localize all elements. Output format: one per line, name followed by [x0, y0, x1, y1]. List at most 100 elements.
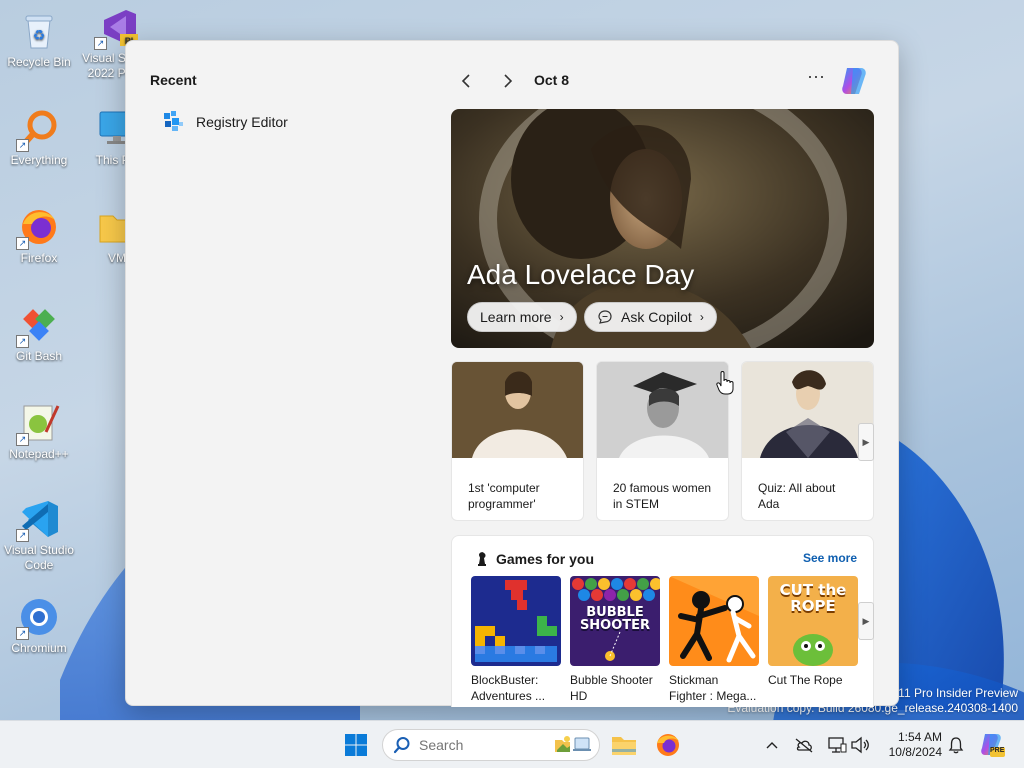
- desktop-icon-firefox[interactable]: ↗ Firefox: [0, 206, 78, 266]
- games-title: Games for you: [496, 551, 595, 567]
- desktop-icon-vscode[interactable]: ↗ Visual Studio Code: [0, 498, 78, 573]
- taskbar-file-explorer[interactable]: [608, 729, 640, 761]
- game-name: Stickman Fighter : Mega...: [669, 673, 757, 703]
- start-button[interactable]: [340, 729, 372, 761]
- onedrive-status-button[interactable]: [794, 735, 814, 755]
- network-icon: [828, 737, 847, 753]
- volume-button[interactable]: [850, 735, 870, 755]
- game-thumbnail: BUBBLE SHOOTER: [570, 576, 660, 666]
- network-button[interactable]: [827, 735, 847, 755]
- ask-copilot-label: Ask Copilot: [621, 309, 692, 325]
- chevron-right-icon: ›: [699, 310, 704, 324]
- desktop-icon-notepad-plus-plus[interactable]: ↗ Notepad++: [0, 402, 78, 462]
- hero-banner[interactable]: Ada Lovelace Day Learn more › Ask Copilo…: [451, 109, 874, 348]
- desktop-icon-everything[interactable]: ↗ Everything: [0, 108, 78, 168]
- story-card[interactable]: 20 famous women in STEM: [596, 361, 729, 521]
- recycle-bin-icon: ♻: [18, 10, 60, 52]
- build-watermark-line1: 11 Pro Insider Preview: [898, 686, 1018, 700]
- next-button[interactable]: [496, 69, 520, 93]
- card-text: 20 famous women in STEM: [613, 481, 712, 511]
- cloud-off-icon: [795, 738, 813, 753]
- game-thumbnail: CUT the ROPE: [768, 576, 858, 666]
- game-name: Cut The Rope: [768, 673, 843, 687]
- mouse-cursor-icon: [716, 371, 734, 395]
- taskbar-firefox[interactable]: [652, 729, 684, 761]
- chat-bubble-icon: [598, 310, 612, 324]
- desktop-icon-label: Recycle Bin: [7, 55, 71, 69]
- ask-copilot-button[interactable]: Ask Copilot ›: [584, 302, 717, 332]
- taskbar-clock[interactable]: 1:54 AM 10/8/2024: [884, 730, 942, 760]
- desktop-icon-label: Git Bash: [15, 349, 63, 363]
- copilot-icon[interactable]: [837, 64, 871, 98]
- story-card[interactable]: Quiz: All about Ada: [741, 361, 874, 521]
- game-thumbnail: [669, 576, 759, 666]
- chevron-left-icon: [461, 74, 470, 88]
- recent-title: Recent: [150, 72, 197, 88]
- shortcut-arrow-icon: ↗: [16, 335, 29, 348]
- firefox-icon: ↗: [16, 206, 60, 250]
- card-text: 1st 'computer programmer': [468, 481, 540, 511]
- game-tile-bubble-shooter[interactable]: BUBBLE SHOOTER Bubble Shooter HD: [570, 576, 660, 704]
- shortcut-arrow-icon: ↗: [16, 433, 29, 446]
- story-card[interactable]: 1st 'computer programmer': [451, 361, 584, 521]
- start-panel: Recent Registry Editor Oct 8 ··· Ada Lov…: [125, 40, 899, 707]
- svg-text:♻: ♻: [33, 27, 46, 43]
- see-more-link[interactable]: See more: [803, 551, 857, 565]
- card-image-ada-portrait: [742, 362, 873, 458]
- cards-scroll-right-button[interactable]: ▶: [858, 423, 874, 461]
- taskbar-search-box[interactable]: [382, 729, 600, 761]
- hero-title: Ada Lovelace Day: [467, 259, 695, 290]
- game-thumbnail: [471, 576, 561, 666]
- taskbar-copilot-button[interactable]: PRE: [976, 729, 1008, 761]
- file-explorer-icon: [612, 737, 636, 755]
- game-tile-stickman-fighter[interactable]: Stickman Fighter : Mega...: [669, 576, 759, 704]
- shortcut-arrow-icon: ↗: [94, 37, 107, 50]
- caret-right-icon: ▶: [862, 436, 870, 447]
- game-tile-caption: BUBBLE SHOOTER: [579, 605, 651, 633]
- git-bash-icon: ↗: [16, 304, 60, 348]
- registry-editor-icon: [162, 110, 184, 135]
- speaker-icon: [851, 736, 869, 754]
- learn-more-button[interactable]: Learn more ›: [467, 302, 577, 332]
- notifications-button[interactable]: [946, 735, 966, 755]
- learn-more-label: Learn more: [480, 309, 552, 325]
- chromium-icon: ↗: [16, 596, 60, 640]
- search-icon: [393, 737, 410, 754]
- more-options-button[interactable]: ···: [802, 67, 830, 93]
- game-tile-blockbuster[interactable]: BlockBuster: Adventures ...: [471, 576, 561, 704]
- games-scroll-right-button[interactable]: ▶: [858, 602, 874, 640]
- caret-right-icon: ▶: [862, 615, 870, 626]
- clock-time: 1:54 AM: [897, 730, 942, 744]
- desktop-icon-label: Everything: [10, 153, 68, 167]
- previous-button[interactable]: [454, 69, 478, 93]
- desktop-icon-git-bash[interactable]: ↗ Git Bash: [0, 304, 78, 364]
- shortcut-arrow-icon: ↗: [16, 529, 29, 542]
- card-text: Quiz: All about Ada: [758, 481, 836, 511]
- date-label: Oct 8: [534, 72, 570, 88]
- shortcut-arrow-icon: ↗: [16, 139, 29, 152]
- shortcut-arrow-icon: ↗: [16, 237, 29, 250]
- recent-item-label: Registry Editor: [196, 114, 288, 130]
- desktop-icon-label: Chromium: [11, 641, 67, 655]
- everything-search-icon: ↗: [16, 108, 60, 152]
- desktop-icon-recycle-bin[interactable]: ♻ Recycle Bin: [0, 10, 78, 70]
- copilot-pre-badge: PRE: [990, 747, 1005, 754]
- desktop-icon-label: Notepad++: [9, 447, 69, 461]
- chevron-up-icon: [766, 742, 778, 749]
- firefox-icon: [657, 734, 679, 756]
- desktop-icon-label: Visual Studio Code: [4, 543, 74, 572]
- shortcut-arrow-icon: ↗: [16, 627, 29, 640]
- bell-icon: [948, 737, 964, 754]
- game-tile-cut-the-rope[interactable]: CUT the ROPE Cut The Rope: [768, 576, 858, 688]
- recent-item-registry-editor[interactable]: Registry Editor: [162, 107, 296, 137]
- vscode-icon: ↗: [16, 498, 60, 542]
- card-image-graduate: [597, 362, 728, 458]
- search-input[interactable]: [419, 737, 539, 753]
- show-hidden-icons-button[interactable]: [762, 735, 782, 755]
- taskbar: 1:54 AM 10/8/2024 PRE: [0, 720, 1024, 768]
- search-highlight-icon: [555, 736, 591, 752]
- chevron-right-icon: [504, 74, 513, 88]
- desktop-icon-chromium[interactable]: ↗ Chromium: [0, 596, 78, 656]
- chess-piece-icon: [478, 552, 486, 566]
- clock-date: 10/8/2024: [888, 745, 942, 759]
